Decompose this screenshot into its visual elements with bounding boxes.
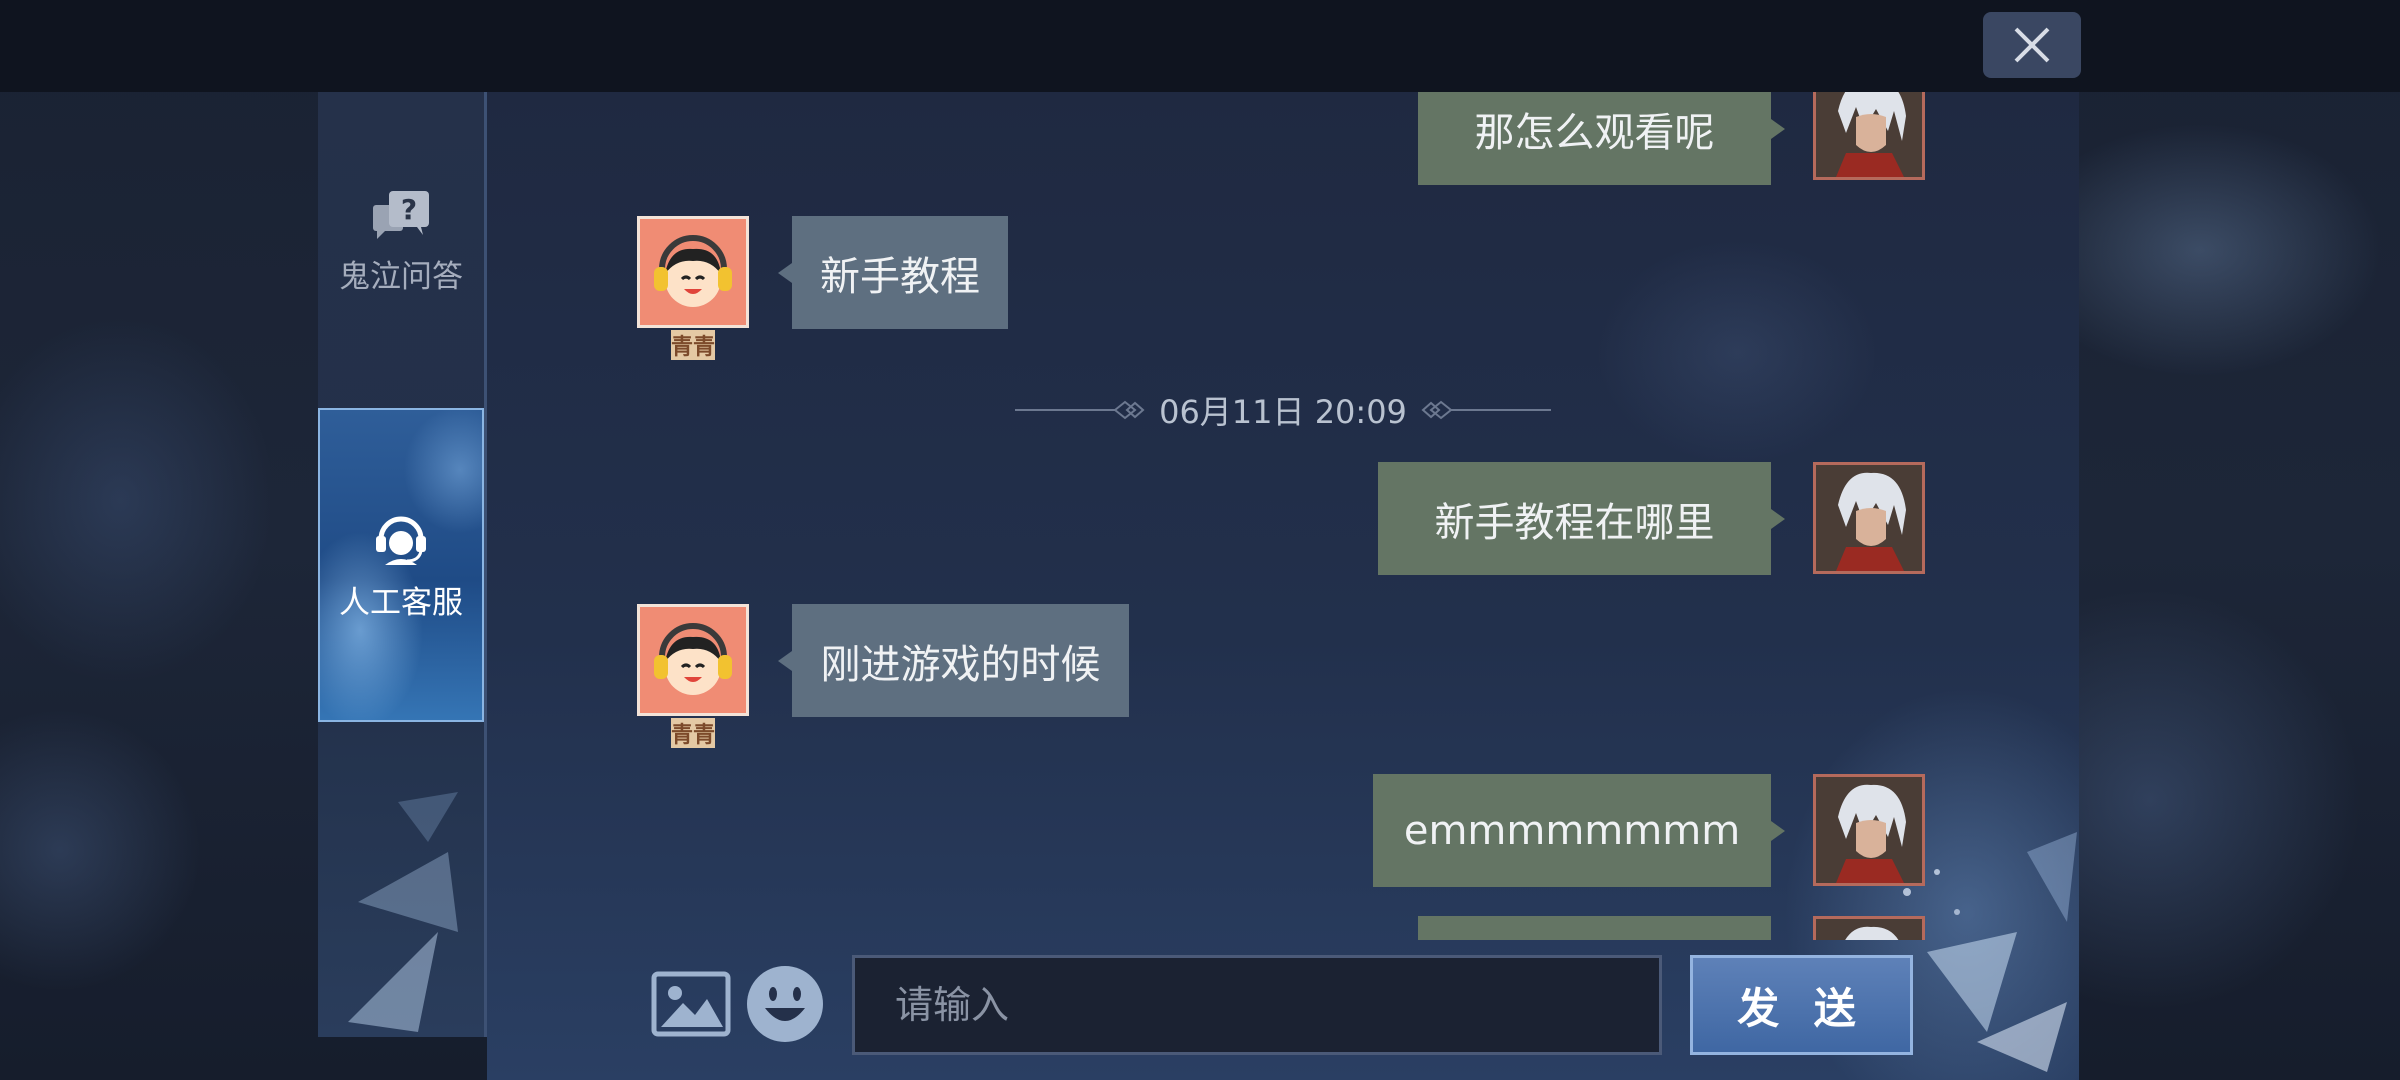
divider-ornament-left (1015, 400, 1145, 420)
message-input[interactable] (852, 955, 1662, 1055)
agent-name-badge: 青青 (671, 330, 715, 360)
headset-support-icon (376, 516, 426, 565)
sidebar: ? 鬼泣问答 人工客服 (318, 92, 487, 1037)
user-message-bubble: emmmmmmmm (1373, 774, 1785, 887)
sidebar-item-human-support[interactable]: 人工客服 (318, 408, 484, 722)
user-avatar[interactable] (1813, 92, 1925, 180)
user-message-bubble-partial (1418, 916, 1771, 940)
close-button[interactable] (1983, 12, 2081, 78)
user-avatar[interactable] (1813, 774, 1925, 886)
agent-avatar[interactable] (637, 216, 749, 328)
user-avatar-partial[interactable] (1813, 916, 1925, 940)
user-avatar-image (1816, 777, 1922, 883)
user-message-bubble: 新手教程在哪里 (1378, 462, 1785, 575)
divider-ornament-right (1421, 400, 1551, 420)
agent-message-bubble: 刚进游戏的时候 (778, 604, 1129, 717)
sidebar-item-faq[interactable]: ? 鬼泣问答 (318, 182, 484, 302)
agent-avatar-image (640, 607, 746, 713)
message-text: 新手教程在哪里 (1434, 499, 1715, 546)
user-avatar-image (1816, 919, 1922, 940)
top-bar (0, 0, 2400, 92)
chat-panel: 那怎么观看呢 青青 新手教程 06月11日 20:09 新手教程在哪里 青青 刚… (487, 92, 2079, 1080)
message-text: 新手教程 (820, 253, 980, 300)
close-icon (2014, 27, 2050, 63)
agent-avatar[interactable] (637, 604, 749, 716)
agent-message-bubble: 新手教程 (778, 216, 1008, 329)
question-bubble-icon: ? (373, 190, 429, 239)
user-avatar-image (1816, 465, 1922, 571)
user-message-bubble: 那怎么观看呢 (1418, 92, 1785, 185)
send-image-button[interactable] (651, 971, 731, 1037)
message-text: 那怎么观看呢 (1474, 109, 1715, 156)
sidebar-item-label: 人工客服 (339, 584, 463, 621)
message-list[interactable]: 那怎么观看呢 青青 新手教程 06月11日 20:09 新手教程在哪里 青青 刚… (487, 92, 2079, 940)
image-icon (651, 971, 731, 1037)
agent-avatar-image (640, 219, 746, 325)
send-button[interactable]: 发 送 (1690, 955, 1913, 1055)
ice-shard-decoration (348, 792, 458, 1032)
timestamp-divider: 06月11日 20:09 (997, 390, 1569, 431)
timestamp-text: 06月11日 20:09 (1159, 393, 1407, 431)
emoji-button[interactable] (745, 964, 825, 1044)
agent-name-badge: 青青 (671, 718, 715, 748)
user-avatar-image (1816, 92, 1922, 177)
message-text: emmmmmmmm (1403, 807, 1741, 854)
emoji-icon (747, 966, 823, 1042)
sidebar-item-label: 鬼泣问答 (339, 258, 463, 295)
message-text: 刚进游戏的时候 (820, 641, 1101, 688)
user-avatar[interactable] (1813, 462, 1925, 574)
svg-text:?: ? (401, 193, 417, 226)
